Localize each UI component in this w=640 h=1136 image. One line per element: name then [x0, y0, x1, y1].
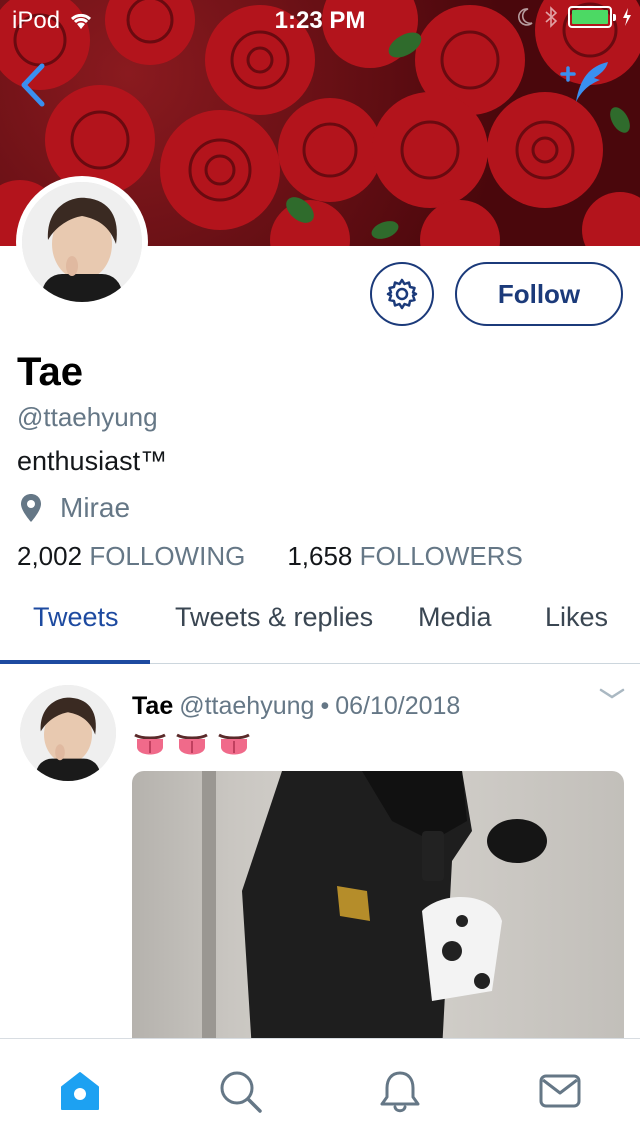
- profile-name: Tae: [17, 350, 83, 394]
- compose-quill-icon: [560, 62, 608, 102]
- profile-handle: @ttaehyung: [17, 402, 158, 432]
- home-tab[interactable]: [56, 1067, 104, 1115]
- compose-tweet-button[interactable]: [560, 58, 614, 108]
- bluetooth-icon: [545, 6, 558, 28]
- chevron-down-icon: [599, 688, 625, 699]
- tweet-header: Tae @ttaehyung • 06/10/2018: [132, 692, 460, 721]
- profile-stats: 2,002 FOLLOWING 1,658 FOLLOWERS: [17, 541, 523, 572]
- tab-likes[interactable]: Likes: [545, 602, 608, 633]
- notifications-bell-icon: [380, 1071, 420, 1113]
- messages-envelope-icon: [539, 1074, 581, 1108]
- do-not-disturb-moon-icon: [518, 8, 533, 26]
- tweet-author-handle[interactable]: @ttaehyung: [179, 692, 314, 721]
- battery-icon: [568, 6, 616, 28]
- settings-gear-button[interactable]: [370, 262, 434, 326]
- tweet-date: 06/10/2018: [335, 692, 461, 720]
- gear-icon: [386, 278, 418, 310]
- profile-tabs: Tweets Tweets & replies Media Likes: [0, 596, 640, 664]
- bottom-tab-bar: [0, 1038, 640, 1136]
- follow-button[interactable]: Follow: [455, 262, 623, 326]
- profile-bio: enthusiast™: [17, 446, 168, 476]
- tweet-media-photo[interactable]: [132, 771, 624, 1051]
- tweet-author-name[interactable]: Tae: [132, 692, 173, 721]
- followers-stat[interactable]: 1,658 FOLLOWERS: [287, 541, 523, 572]
- following-label: FOLLOWING: [89, 541, 246, 571]
- followers-label: FOLLOWERS: [359, 541, 523, 571]
- search-tab[interactable]: [216, 1067, 264, 1115]
- messages-tab[interactable]: [536, 1067, 584, 1115]
- tweet-author-avatar[interactable]: [20, 685, 116, 781]
- status-right: [516, 6, 632, 28]
- following-count: 2,002: [17, 541, 83, 571]
- notifications-tab[interactable]: [376, 1067, 424, 1115]
- charging-bolt-icon: [623, 8, 631, 26]
- tweet-avatar-photo: [20, 685, 116, 781]
- home-icon: [61, 1072, 99, 1110]
- tab-tweets[interactable]: Tweets: [33, 602, 119, 633]
- tongue-emoji-icon: [176, 733, 208, 755]
- following-stat[interactable]: 2,002 FOLLOWING: [17, 541, 245, 572]
- tongue-emoji-icon: [134, 733, 166, 755]
- avatar-photo: [22, 182, 142, 302]
- back-chevron-icon: [21, 63, 45, 107]
- followers-count: 1,658: [287, 541, 353, 571]
- location-text: Mirae: [60, 492, 131, 523]
- tweet-photo-image: [202, 771, 547, 1051]
- profile-location: Mirae: [20, 492, 130, 524]
- back-button[interactable]: [14, 60, 54, 110]
- tweet-text: [132, 731, 252, 761]
- status-bar: iPod 1:23 PM: [0, 0, 640, 40]
- tab-tweets-and-replies[interactable]: Tweets & replies: [175, 602, 373, 633]
- search-icon: [220, 1071, 262, 1113]
- location-pin-icon: [21, 494, 41, 522]
- profile-avatar[interactable]: [16, 176, 148, 308]
- tweet-separator: •: [320, 692, 330, 720]
- tongue-emoji-icon: [218, 733, 250, 755]
- tweet-options-button[interactable]: [598, 684, 626, 704]
- active-tab-indicator: [0, 660, 150, 664]
- tab-media[interactable]: Media: [418, 602, 492, 633]
